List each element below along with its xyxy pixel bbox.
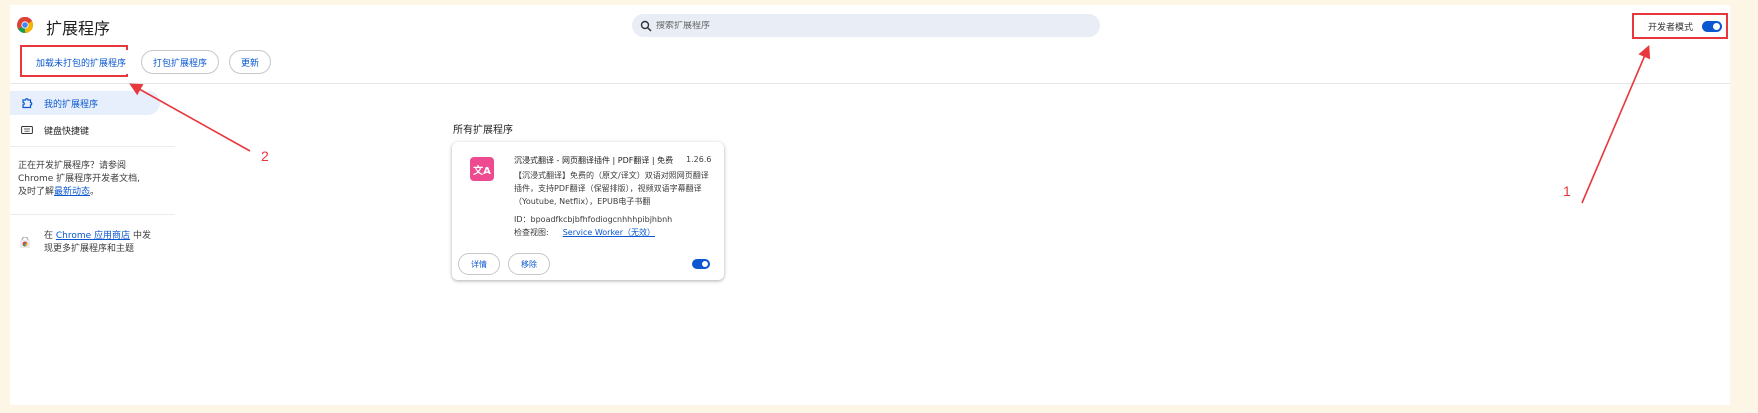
sidebar-item-my-extensions[interactable]: 我的扩展程序	[10, 91, 160, 115]
remove-button[interactable]: 移除	[508, 253, 550, 275]
store-suffix: 中发	[132, 231, 151, 241]
update-button[interactable]: 更新	[229, 50, 272, 74]
extension-id: ID：bpoadfkcbjbfhfodiogcnhhhpibjhbnh	[514, 215, 673, 224]
dev-mode-label: 开发者模式	[1648, 22, 1694, 33]
inspect-label: 检查视图:	[514, 228, 549, 237]
dev-note-end: 。	[90, 187, 100, 197]
pack-extension-button[interactable]: 打包扩展程序	[141, 50, 220, 74]
extensions-page: 扩展程序 开发者模式 加载未打包的扩展程序 打包扩展程序 更新 我的扩展程序	[10, 5, 1730, 405]
dev-docs-note: 正在开发扩展程序？请参阅 Chrome 扩展程序开发者文档, 及时了解最新动态。	[18, 160, 140, 199]
section-title: 所有扩展程序	[453, 125, 513, 136]
keyboard-icon	[20, 123, 34, 137]
search-icon	[640, 20, 652, 32]
store-prefix: 在	[44, 231, 54, 241]
chrome-web-store-icon	[20, 237, 30, 248]
load-unpacked-button[interactable]: 加载未打包的扩展程序	[24, 50, 139, 74]
translate-icon: 文A	[470, 157, 494, 181]
dev-note-prefix: 及时了解	[18, 187, 55, 197]
sidebar-divider	[10, 214, 175, 215]
sidebar-item-label: 键盘快捷键	[44, 126, 90, 137]
dev-mode-control: 开发者模式	[1632, 13, 1728, 39]
annotation-label-2: 2	[261, 148, 269, 164]
chrome-web-store-link[interactable]: Chrome 应用商店	[56, 231, 130, 241]
extension-version: 1.26.6	[686, 155, 712, 164]
search-input[interactable]	[656, 20, 1076, 31]
extension-description: 【沉浸式翻译】免费的（原文/译文）双语对照网页翻译插件，支持PDF翻译（保留排版…	[514, 171, 709, 206]
details-button[interactable]: 详情	[458, 253, 500, 275]
extension-card: 文A 沉浸式翻译 - 网页翻译插件 | PDF翻译 | 免费 1.26.6 【沉…	[452, 142, 724, 280]
page-title: 扩展程序	[46, 19, 111, 38]
chrome-logo-icon	[17, 17, 33, 33]
sidebar-item-keyboard-shortcuts[interactable]: 键盘快捷键	[10, 118, 160, 142]
web-store-line-2: 现更多扩展程序和主题	[44, 244, 135, 254]
sidebar-item-label: 我的扩展程序	[44, 99, 99, 110]
web-store-line-1: 在 Chrome 应用商店 中发	[44, 230, 151, 243]
dev-note-line-2: Chrome 扩展程序开发者文档,	[18, 174, 141, 184]
header-divider	[10, 83, 1730, 84]
dev-note-line-3: 及时了解最新动态。	[18, 186, 140, 199]
latest-news-link[interactable]: 最新动态	[54, 187, 90, 197]
puzzle-icon	[20, 96, 34, 110]
annotation-label-1: 1	[1563, 183, 1571, 199]
inspect-views: 检查视图: Service Worker（无效）	[514, 227, 655, 238]
search-bar[interactable]	[632, 14, 1100, 37]
extension-enable-toggle[interactable]	[692, 259, 710, 269]
dev-mode-toggle[interactable]	[1702, 20, 1723, 32]
sidebar-divider	[10, 146, 175, 147]
web-store-note: 在 Chrome 应用商店 中发 现更多扩展程序和主题	[44, 230, 151, 256]
dev-note-line-1: 正在开发扩展程序？请参阅	[18, 161, 127, 171]
service-worker-link[interactable]: Service Worker（无效）	[563, 228, 655, 237]
extension-name: 沉浸式翻译 - 网页翻译插件 | PDF翻译 | 免费	[514, 156, 674, 165]
